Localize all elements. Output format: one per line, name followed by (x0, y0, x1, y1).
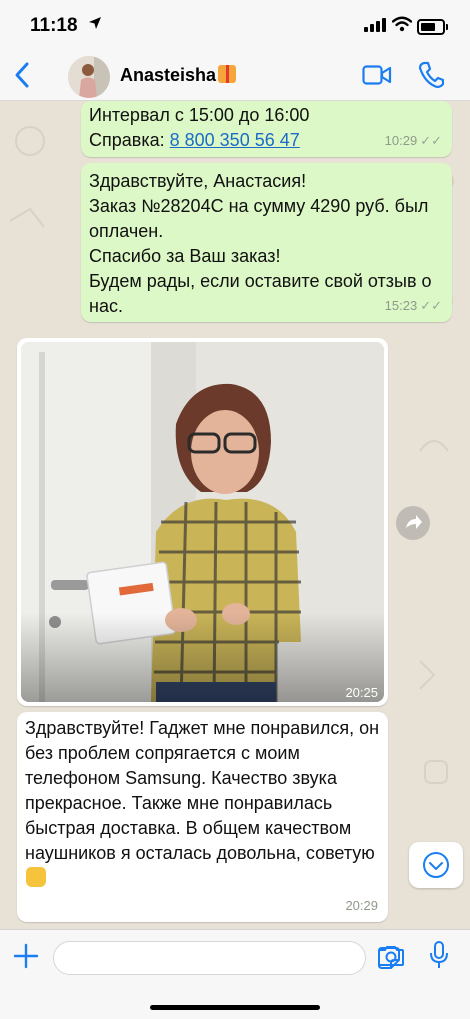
wifi-icon (391, 16, 413, 37)
message-text-body: Здравствуйте! Гаджет мне понравился, он … (25, 718, 380, 863)
status-time: 11:18 (30, 15, 78, 36)
contact-name[interactable]: Anasteisha (120, 65, 237, 86)
read-ticks-icon: ✓✓ (420, 298, 442, 313)
read-ticks-icon: ✓✓ (420, 133, 442, 148)
contact-name-text: Anasteisha (120, 65, 217, 85)
message-meta: 15:23 ✓✓ (385, 293, 442, 318)
message-time: 15:23 (384, 298, 418, 313)
message-bubble-incoming[interactable]: Здравствуйте! Гаджет мне понравился, он … (17, 712, 388, 922)
thumbs-up-icon (26, 867, 46, 887)
message-meta: 10:29 ✓✓ (385, 128, 442, 153)
message-time: 20:29 (345, 898, 378, 913)
message-input[interactable] (53, 941, 400, 975)
input-bar (0, 929, 470, 1019)
avatar[interactable] (68, 56, 110, 98)
message-text: Здравствуйте! Гаджет мне понравился, он … (25, 716, 380, 891)
scroll-down-button[interactable] (409, 842, 463, 888)
message-time: 10:29 (384, 133, 418, 148)
message-bubble-outgoing[interactable]: Интервал с 15:00 до 16:00 Справка: 8 800… (81, 101, 452, 157)
chat-area[interactable]: Интервал с 15:00 до 16:00 Справка: 8 800… (0, 101, 470, 929)
location-arrow-icon (88, 16, 102, 33)
message-text: Интервал с 15:00 до 16:00 Справка: 8 800… (89, 103, 309, 153)
forward-icon[interactable] (396, 506, 430, 540)
photo-message[interactable]: 20:25 (17, 338, 388, 706)
chevron-down-icon (423, 852, 449, 878)
video-icon[interactable] (362, 64, 392, 91)
chevron-left-icon[interactable] (10, 58, 38, 92)
phone-icon[interactable] (418, 61, 445, 94)
chat-header: Anasteisha (0, 52, 470, 101)
battery-icon (417, 19, 448, 35)
phone-link[interactable]: 8 800 350 56 47 (170, 130, 300, 150)
microphone-icon[interactable] (428, 940, 450, 975)
home-indicator (150, 1005, 320, 1010)
photo-image (21, 342, 384, 702)
message-bubble-outgoing[interactable]: Здравствуйте, Анастасия! Заказ №28204С н… (81, 163, 452, 322)
status-bar: 11:18 (0, 0, 470, 52)
message-time: 20:25 (345, 685, 378, 700)
camera-icon[interactable] (377, 944, 405, 973)
cellular-signal-icon (364, 18, 386, 32)
plus-icon[interactable] (12, 942, 40, 970)
gift-icon (218, 65, 237, 83)
